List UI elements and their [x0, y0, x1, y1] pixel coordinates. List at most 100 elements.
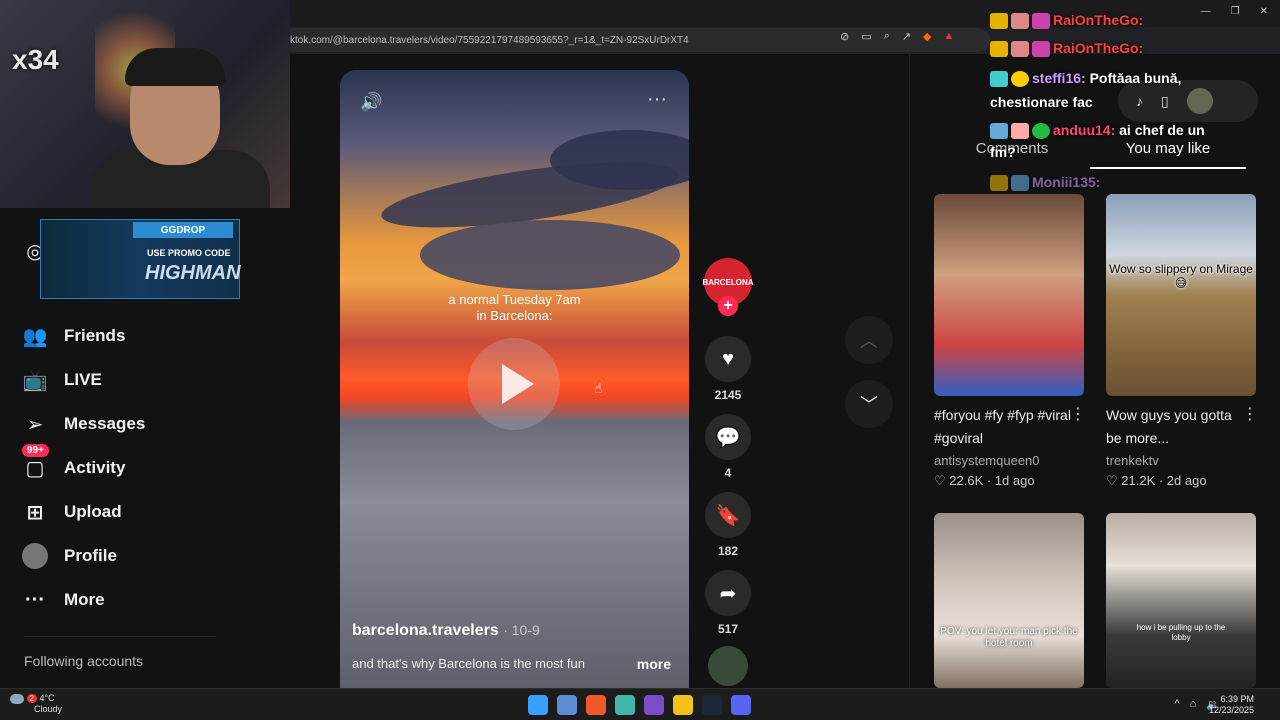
promo-line: USE PROMO CODE — [147, 248, 231, 258]
window-controls: — ❐ ✕ — [1201, 6, 1268, 17]
discord-icon[interactable] — [731, 695, 751, 715]
creator-avatar[interactable]: BARCELONA + — [702, 258, 754, 316]
chat-text: fm? — [990, 144, 1016, 160]
save-button[interactable]: 🔖 — [705, 492, 751, 538]
zoom-icon[interactable]: ⌕ — [884, 30, 890, 43]
sidebar-item-label: Messages — [64, 414, 146, 433]
chat-text: Poftăaa bună, — [1089, 70, 1182, 86]
card-title[interactable]: Wow guys you gotta be more... — [1106, 404, 1246, 450]
chat-user: steffi16: — [1032, 70, 1086, 86]
sidebar-item-upload[interactable]: ⊞ Upload — [22, 499, 122, 525]
start-icon[interactable] — [528, 695, 548, 715]
sidebar-item-label: Profile — [64, 546, 117, 565]
brave-icon[interactable] — [586, 695, 606, 715]
app-icon[interactable] — [644, 695, 664, 715]
card-stats: ♡ 21.2K · 2d ago — [1106, 473, 1207, 488]
gift-badge-icon — [1032, 41, 1050, 58]
recommended-thumb[interactable]: Wow so slippery on Mirage😅 — [1106, 194, 1256, 396]
rewards-icon[interactable]: ▲ — [943, 30, 954, 43]
card-title[interactable]: #foryou #fy #fyp #viral #goviral — [934, 404, 1074, 450]
shield-icon[interactable]: ◆ — [923, 30, 931, 43]
folder-icon[interactable] — [673, 695, 693, 715]
chevron-down-icon: ﹀ — [860, 395, 878, 415]
video-options-icon[interactable]: ··· — [647, 88, 667, 111]
activity-badge: 99+ — [22, 444, 49, 457]
next-video-button[interactable]: ﹀ — [845, 380, 893, 428]
sidebar-item-activity[interactable]: ▢ 99+ Activity — [22, 444, 125, 481]
cloud-shape — [420, 220, 680, 290]
sidebar-item-messages[interactable]: ➢ Messages — [22, 411, 146, 437]
sidebar-item-live[interactable]: 📺 LIVE — [22, 367, 102, 393]
card-stats: ♡ 22.6K · 1d ago — [934, 473, 1035, 488]
music-disc[interactable] — [708, 646, 748, 686]
share-button[interactable]: ➦ — [705, 570, 751, 616]
card-options-icon[interactable]: ⋮ — [1242, 404, 1258, 424]
thumb-caption: Wow so slippery on Mirage😅 — [1109, 262, 1253, 290]
network-icon[interactable]: ⌂ — [1190, 698, 1197, 711]
recommended-thumb[interactable] — [934, 194, 1084, 396]
more-link[interactable]: more — [637, 656, 671, 672]
minimize-icon[interactable]: — — [1201, 6, 1211, 17]
app-icon[interactable] — [615, 695, 635, 715]
action-bar: BARCELONA + ♥ 2145 💬 4 🔖 182 ➦ 517 — [702, 258, 754, 686]
prev-video-button[interactable]: ︿ — [845, 316, 893, 364]
more-icon: ··· — [25, 588, 45, 611]
taskbar-clock[interactable]: 6:39 PM 12/23/2025 — [1209, 694, 1254, 716]
author-name[interactable]: barcelona.travelers — [352, 622, 499, 639]
user-avatar[interactable] — [1186, 88, 1213, 114]
like-button[interactable]: ♥ — [705, 336, 751, 382]
phone-icon[interactable]: ▯ — [1161, 93, 1169, 110]
recommended-thumb[interactable]: how i be pulling up to the lobby — [1106, 513, 1256, 688]
crown-badge-icon — [990, 13, 1008, 30]
tray-chevron-icon[interactable]: ^ — [1174, 698, 1179, 711]
crown-badge-icon — [990, 175, 1008, 192]
chat-line: RaiOnTheGo: — [990, 40, 1143, 58]
restore-icon[interactable]: ❐ — [1231, 6, 1240, 17]
gift-badge-icon — [1011, 123, 1029, 140]
tab-you-may-like[interactable]: You may like — [1090, 140, 1246, 169]
video-author[interactable]: barcelona.travelers · 10-9 — [352, 622, 540, 640]
comment-icon: 💬 — [715, 426, 741, 449]
close-icon[interactable]: ✕ — [1260, 6, 1268, 17]
pip-icon[interactable]: ▭ — [861, 30, 871, 43]
card-user[interactable]: antisystemqueen0 — [934, 453, 1040, 468]
share-arrow-icon: ➦ — [719, 582, 737, 605]
tiktok-icon[interactable]: ♪ — [1136, 93, 1143, 109]
sidebar-item-profile[interactable]: Profile — [22, 543, 117, 569]
chat-line: fm? — [990, 144, 1016, 160]
windows-taskbar: 2 4°C Cloudy ^ ⌂ 🔉 6:39 PM 12/23/2025 — [0, 688, 1280, 720]
friends-icon: 👥 — [22, 325, 48, 348]
share-icon[interactable]: ↗ — [902, 30, 911, 43]
messages-icon: ➢ — [26, 413, 44, 436]
card-options-icon[interactable]: ⋮ — [1070, 404, 1086, 424]
thumb-caption: how i be pulling up to the lobby — [1136, 623, 1226, 642]
steam-icon[interactable] — [702, 695, 722, 715]
vip-badge-icon — [990, 71, 1008, 88]
video-player[interactable]: 🔊 ··· a normal Tuesday 7am in Barcelona:… — [340, 70, 689, 688]
sidebar-item-more[interactable]: ··· More — [22, 587, 105, 613]
avatar-text: BARCELONA — [702, 277, 754, 287]
caption-line-1: a normal Tuesday 7am — [448, 292, 581, 307]
chat-text: ai chef de un — [1119, 122, 1205, 138]
live-icon: 📺 — [22, 369, 48, 392]
mute-tab-icon[interactable]: ⊘ — [840, 30, 849, 43]
taskview-icon[interactable] — [557, 695, 577, 715]
comment-button[interactable]: 💬 — [705, 414, 751, 460]
following-accounts-header: Following accounts — [24, 653, 144, 669]
recommended-thumb[interactable]: POV: you let your man pick the hotel roo… — [934, 513, 1084, 688]
card-user[interactable]: trenkektv — [1106, 453, 1159, 468]
sidebar-item-friends[interactable]: 👥 Friends — [22, 323, 126, 349]
promo-banner: GGDROP USE PROMO CODE HIGHMAN — [40, 219, 241, 299]
sub-badge-icon — [1011, 41, 1029, 58]
follow-plus-icon[interactable]: + — [718, 296, 738, 316]
streamer-beanie — [125, 48, 225, 86]
bot-badge-icon — [1011, 175, 1029, 192]
gift-badge-icon — [1032, 13, 1050, 30]
chat-line: steffi16: Poftăaa bună, — [990, 70, 1182, 88]
play-icon — [502, 364, 534, 404]
video-date: · 10-9 — [503, 622, 540, 638]
volume-icon[interactable]: 🔊 — [360, 92, 382, 113]
chat-user: anduu14: — [1053, 122, 1116, 138]
weather-widget[interactable]: 2 4°C Cloudy — [10, 693, 62, 715]
play-button[interactable] — [468, 338, 560, 430]
